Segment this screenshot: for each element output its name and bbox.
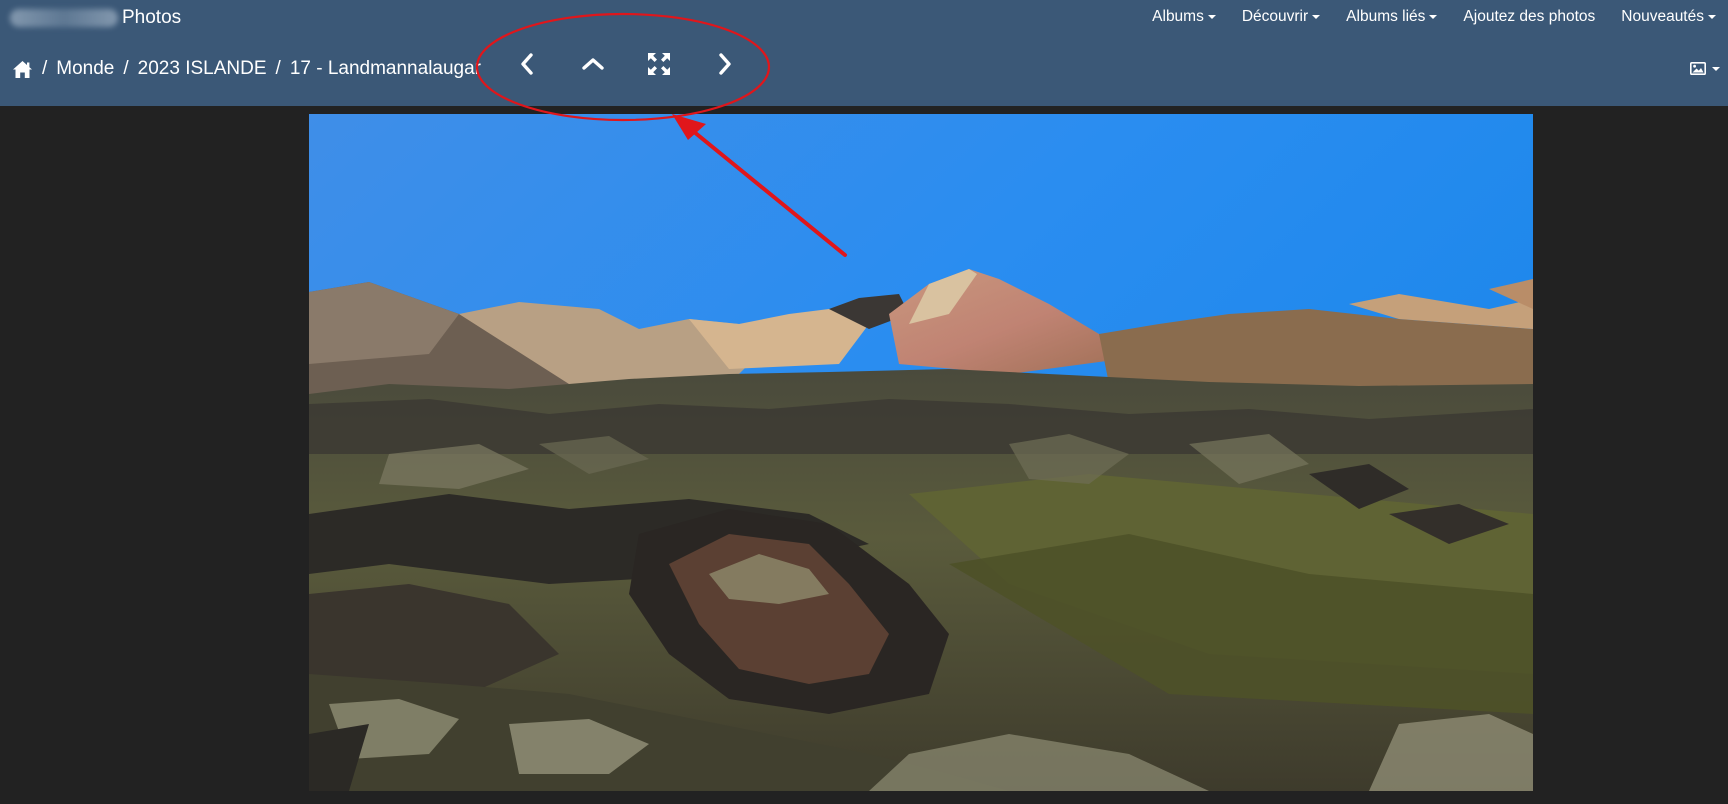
brand-title: Photos	[122, 7, 182, 28]
breadcrumb-separator: /	[275, 58, 281, 79]
caret-down-icon	[1312, 15, 1321, 19]
home-icon[interactable]	[12, 60, 33, 79]
menu-albums[interactable]: Albums	[1152, 8, 1216, 26]
menu-decouvrir[interactable]: Découvrir	[1241, 8, 1321, 26]
landscape-photo	[309, 114, 1533, 791]
menu-ajoutez-photos[interactable]: Ajoutez des photos	[1463, 8, 1595, 26]
next-photo-button[interactable]	[705, 44, 745, 84]
menu-decouvrir-label: Découvrir	[1241, 8, 1309, 25]
chevron-left-icon	[521, 53, 533, 75]
breadcrumb-2023-islande[interactable]: 2023 ISLANDE	[138, 58, 267, 80]
photo-nav-controls	[507, 44, 745, 84]
chevron-right-icon	[719, 53, 731, 75]
chevron-up-icon	[582, 58, 604, 70]
top-navbar: Photos Albums Découvrir Albums liés Ajou…	[0, 0, 1728, 106]
caret-down-icon	[1712, 66, 1720, 71]
blurred-owner-name	[10, 9, 118, 27]
menu-nouveautes[interactable]: Nouveautés	[1621, 8, 1716, 26]
breadcrumb-separator: /	[123, 58, 129, 79]
main-photo[interactable]	[309, 114, 1533, 791]
menu-albums-lies[interactable]: Albums liés	[1346, 8, 1438, 26]
breadcrumb-monde[interactable]: Monde	[56, 58, 114, 80]
main-menu: Albums Découvrir Albums liés Ajoutez des…	[1152, 8, 1716, 26]
breadcrumb-separator: /	[42, 58, 48, 79]
image-size-dropdown[interactable]	[1690, 62, 1720, 75]
breadcrumb-landmannalaugar: 17 - Landmannalaugar	[289, 58, 482, 79]
caret-down-icon	[1429, 15, 1438, 19]
fullscreen-icon	[648, 53, 670, 75]
previous-photo-button[interactable]	[507, 44, 547, 84]
fullscreen-button[interactable]	[639, 44, 679, 84]
menu-albums-lies-label: Albums liés	[1346, 8, 1426, 25]
caret-down-icon	[1708, 15, 1716, 19]
menu-albums-label: Albums	[1152, 8, 1204, 25]
site-brand[interactable]: Photos	[10, 6, 181, 30]
up-to-album-button[interactable]	[573, 44, 613, 84]
menu-nouveautes-label: Nouveautés	[1621, 8, 1704, 25]
image-icon	[1690, 62, 1706, 75]
menu-ajoutez-photos-label: Ajoutez des photos	[1463, 8, 1596, 25]
breadcrumb: / Monde / 2023 ISLANDE / 17 - Landmannal…	[12, 58, 481, 80]
caret-down-icon	[1207, 15, 1216, 19]
